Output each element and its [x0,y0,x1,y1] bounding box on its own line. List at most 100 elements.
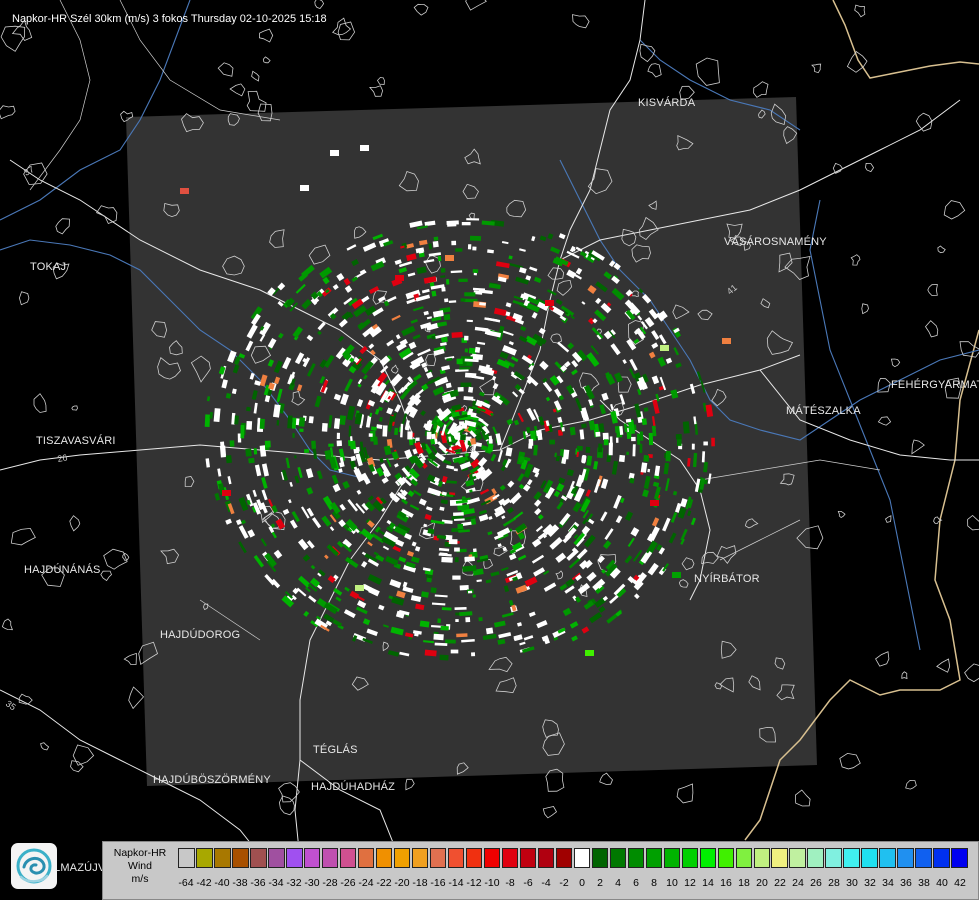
radar-echo [440,267,446,273]
legend-tick-label: 40 [936,877,948,889]
radar-echo [292,433,295,438]
radar-echo [204,414,211,427]
city-label-hajdudorog: HAJDÚDOROG [160,629,241,641]
road-number-4: 4 [470,444,475,454]
legend-tick-label: 10 [666,877,678,889]
legend-swatch [483,848,501,868]
radar-echo [339,415,347,426]
legend-swatch [447,848,465,868]
radar-echo [299,428,304,433]
radar-echo [308,416,314,424]
legend-tick-label: 36 [900,877,912,889]
radar-echo [464,335,469,341]
legend-tick-label: 34 [882,877,894,889]
radar-echo [451,240,457,246]
legend-tick-label: -28 [322,877,338,889]
legend-tick-label: 4 [615,877,621,889]
legend-swatch [951,848,968,868]
napkor-logo-icon [11,843,57,889]
legend-swatch [627,848,645,868]
radar-echo [360,145,369,151]
city-label-vasarosnameny: VÁSÁROSNAMÉNY [724,236,827,248]
radar-echo [446,279,450,285]
radar-echo [478,617,483,622]
legend-tick-label: 2 [597,877,603,889]
legend-swatch [573,848,591,868]
radar-echo [432,240,439,248]
radar-echo [426,577,432,583]
legend-tick-label: -34 [268,877,284,889]
legend-tick-label: 22 [774,877,786,889]
legend-tick-label: 32 [864,877,876,889]
legend-tick-label: -26 [340,877,356,889]
legend-swatch [807,848,825,868]
legend-tick-label: -38 [232,877,248,889]
radar-echo [454,607,467,611]
legend-tick-label: 26 [810,877,822,889]
city-label-teglas: TÉGLÁS [313,744,358,756]
radar-echo [433,236,439,241]
radar-echo [303,448,310,454]
legend-tick-label: 20 [756,877,768,889]
radar-echo [248,457,255,464]
radar-echo [461,222,471,226]
radar-echo [472,246,477,251]
radar-echo [581,423,587,429]
map-title: Napkor-HR Szél 30km (m/s) 3 fokos Thursd… [12,13,327,25]
radar-echo [234,415,239,425]
legend-tick-label: 24 [792,877,804,889]
legend-tick-label: -36 [250,877,266,889]
legend-tick-label: 42 [954,877,966,889]
legend-tick-label: -8 [505,877,515,889]
radar-echo [701,451,706,463]
radar-echo [443,314,451,321]
radar-echo [373,436,378,445]
radar-echo [722,338,731,344]
radar-echo [675,433,682,440]
legend-swatch [429,848,447,868]
radar-echo [648,432,654,446]
legend-swatch [735,848,753,868]
legend-tick-label: -20 [394,877,410,889]
legend-swatch [267,848,285,868]
legend-swatch [465,848,483,868]
legend-swatch [645,848,663,868]
radar-echo [460,433,466,441]
legend-tick-label: -6 [523,877,533,889]
radar-echo [441,336,448,343]
radar-echo [455,248,463,252]
city-label-fehergyarmat: FEHÉRGYARMAT [891,379,979,391]
radar-map: 37 26 4 35 41 [0,0,979,900]
wind-legend: Napkor-HR Wind m/s -64 -42 -40 -38 -36 -34 -32… [102,841,979,900]
legend-swatch [681,848,699,868]
city-label-kisvarda: KISVÁRDA [638,97,696,109]
radar-echo [691,443,695,450]
radar-echo [467,590,473,594]
radar-echo [711,437,715,447]
legend-tick-label: 18 [738,877,750,889]
legend-swatch [285,848,303,868]
legend-swatches [178,848,969,868]
radar-echo [616,437,619,443]
radar-echo [355,585,364,591]
radar-echo [703,441,708,446]
radar-echo [229,440,235,447]
radar-echo [180,188,189,194]
radar-echo [276,420,280,426]
radar-echo [639,431,644,441]
city-label-hajduhadhaz: HAJDÚHADHÁZ [311,781,396,793]
radar-echo [472,548,477,553]
legend-swatch [933,848,950,868]
radar-echo [440,625,449,631]
legend-tick-label: -64 [178,877,194,889]
radar-echo [336,432,341,440]
radar-echo [441,556,453,563]
radar-echo [458,278,468,282]
radar-echo [528,443,533,449]
legend-swatch [591,848,609,868]
city-label-hajduboszormeny: HAJDÚBÖSZÖRMÉNY [153,774,271,786]
legend-tick-label: 0 [579,877,585,889]
legend-swatch [195,848,213,868]
radar-echo [454,547,460,552]
radar-echo [433,633,444,641]
